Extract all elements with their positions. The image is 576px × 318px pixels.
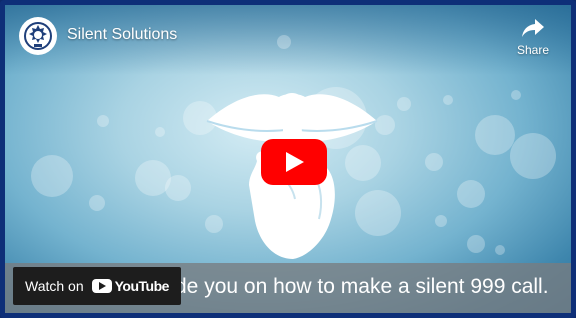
share-label: Share bbox=[516, 43, 550, 57]
youtube-logo-icon bbox=[91, 279, 112, 293]
share-button[interactable]: Share bbox=[509, 17, 557, 57]
play-icon bbox=[286, 152, 304, 172]
share-arrow-icon bbox=[522, 19, 544, 37]
watch-on-label: Watch on bbox=[25, 278, 84, 294]
watch-on-youtube-button[interactable]: Watch on YouTube bbox=[13, 267, 181, 305]
police-crest-icon[interactable] bbox=[19, 17, 57, 55]
video-title[interactable]: Silent Solutions bbox=[67, 26, 177, 44]
video-embed[interactable]: Silent Solutions Share de you on how to … bbox=[0, 0, 576, 318]
youtube-wordmark: YouTube bbox=[114, 278, 170, 294]
play-button[interactable] bbox=[261, 139, 327, 185]
caption-text: de you on how to make a silent 999 call. bbox=[175, 275, 549, 298]
